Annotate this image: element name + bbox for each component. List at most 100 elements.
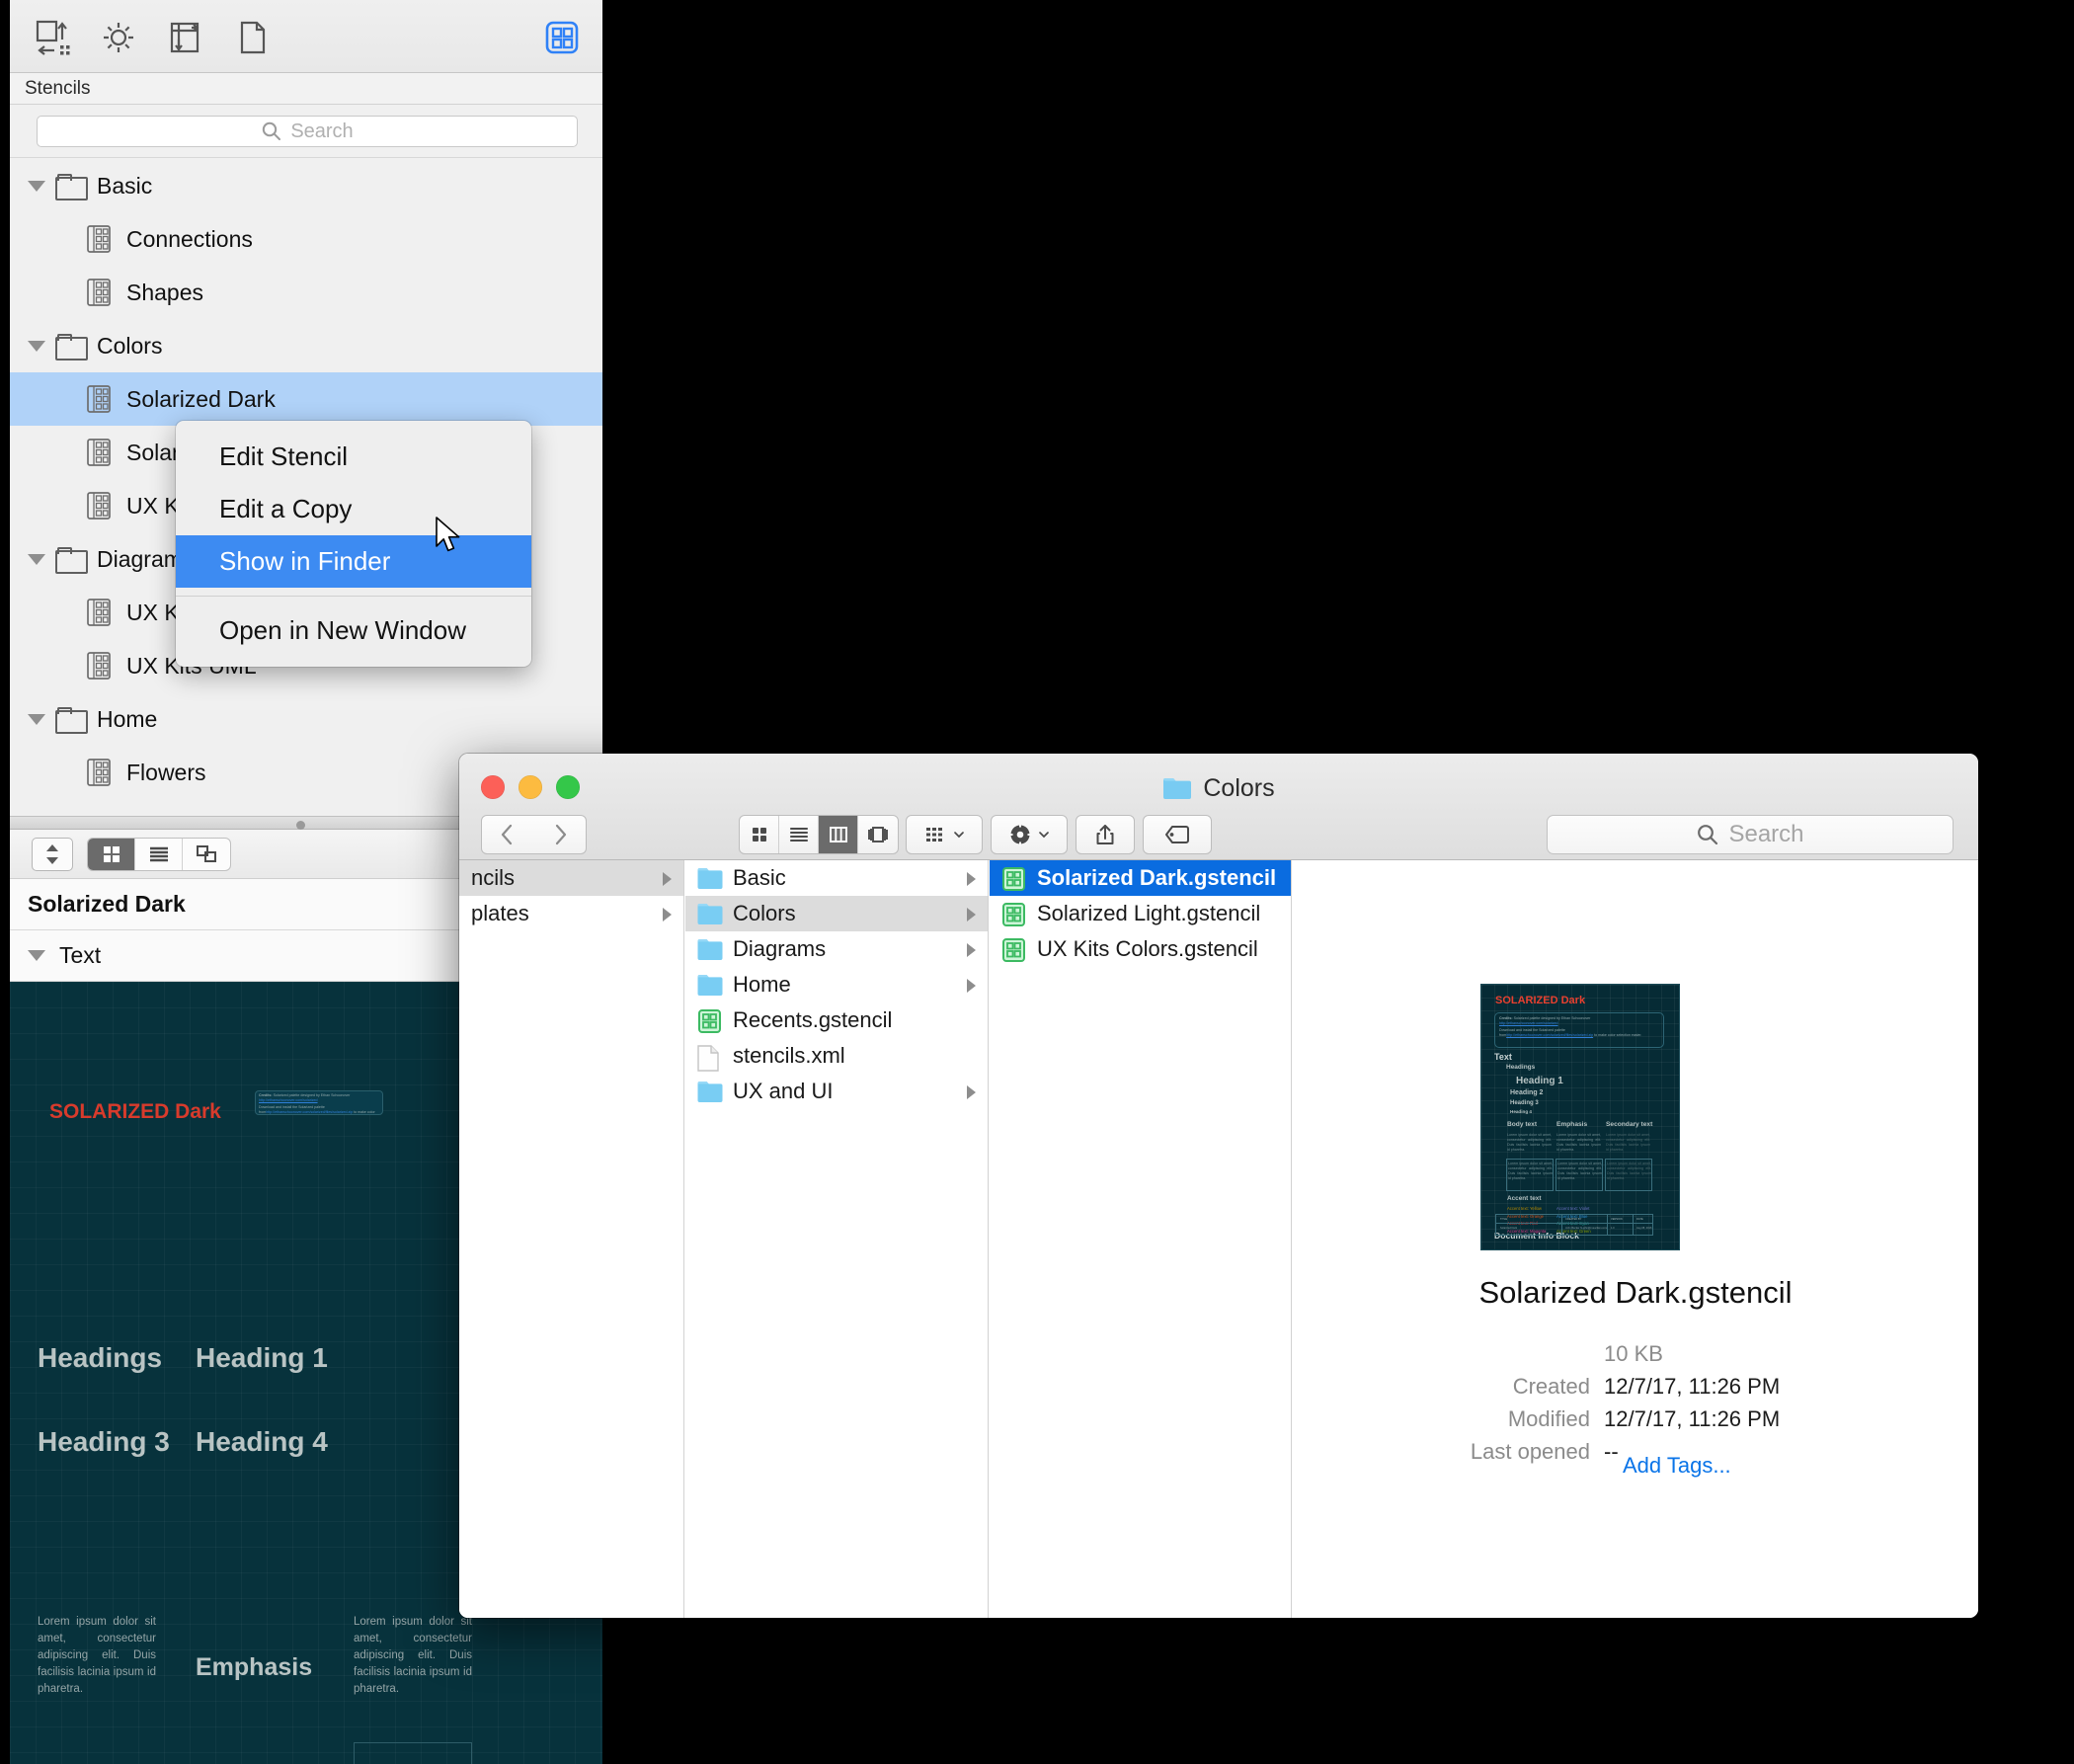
finder-row[interactable]: ncils	[459, 860, 683, 896]
stencil-grid-icon	[87, 439, 111, 466]
tree-stencil-solarized-dark[interactable]: Solarized Dark	[10, 372, 602, 426]
thumb-accent-item: Accent text: Yellow	[1507, 1206, 1542, 1211]
list-view-icon[interactable]	[135, 839, 183, 870]
finder-column-1: Basic Colors Diagrams Home Recents.gstencil s…	[685, 860, 989, 1618]
gstencil-icon	[1001, 867, 1027, 891]
thumb-accent-item: Accent text: Violet	[1556, 1206, 1590, 1211]
finder-window: Colors Search ncils plates Basic Colors …	[459, 754, 1978, 1618]
guides-icon[interactable]	[163, 16, 206, 59]
thumb-lorem-3: Lorem ipsum dolor sit amet, consectetur …	[1606, 1133, 1650, 1152]
arrange-icon[interactable]	[906, 815, 983, 854]
canvas-heading-4: Heading 4	[196, 1426, 328, 1457]
chevron-right-icon	[663, 872, 672, 886]
finder-search-input[interactable]: Search	[1547, 815, 1954, 854]
action-gear-icon[interactable]	[991, 815, 1068, 854]
stencils-header-label: Stencils	[10, 73, 602, 105]
finder-row[interactable]: Solarized Dark.gstencil	[990, 860, 1291, 896]
finder-row-label: Basic	[733, 865, 786, 890]
preview-size-row: 10 KB	[1293, 1341, 1978, 1367]
tree-stencil-connections[interactable]: Connections	[10, 212, 602, 266]
tree-group-colors[interactable]: Colors	[10, 319, 602, 372]
canvas-credits-line2: Download and install the Solarized palet…	[259, 1105, 375, 1114]
gear-icon[interactable]	[97, 16, 140, 59]
disclosure-triangle-icon[interactable]	[28, 553, 45, 565]
grid-view-icon[interactable]	[88, 839, 135, 870]
finder-row[interactable]: UX Kits Colors.gstencil	[990, 931, 1291, 967]
stencils-grid-icon[interactable]	[540, 16, 584, 59]
stencil-view-mode-group[interactable]	[87, 838, 231, 871]
finder-row[interactable]: Colors	[685, 896, 988, 931]
forward-chevron-icon[interactable]	[533, 815, 587, 854]
finder-row[interactable]: Diagrams	[685, 931, 988, 967]
finder-row[interactable]: Home	[685, 967, 988, 1002]
preview-size-label	[1293, 1341, 1604, 1367]
canvas-heading-3: Heading 3	[38, 1426, 170, 1457]
share-icon[interactable]	[1076, 815, 1135, 854]
folder-icon	[697, 938, 723, 960]
thumb-accent-section: Accent text	[1507, 1195, 1542, 1202]
back-chevron-icon[interactable]	[481, 815, 534, 854]
column-view-icon[interactable]	[819, 816, 858, 853]
finder-row[interactable]: UX and UI	[685, 1074, 988, 1109]
tree-group-home[interactable]: Home	[10, 692, 602, 746]
finder-column-0: ncils plates	[459, 860, 684, 1618]
disclosure-triangle-icon[interactable]	[28, 713, 45, 725]
finder-row[interactable]: plates	[459, 896, 683, 931]
folder-icon	[697, 867, 723, 889]
disclosure-triangle-icon[interactable]	[28, 340, 45, 352]
canvas-credits-box: Credits: Solarized palette designed by E…	[255, 1090, 383, 1115]
context-menu-item-edit-a-copy[interactable]: Edit a Copy	[176, 483, 531, 535]
finder-row-label: UX and UI	[733, 1079, 834, 1103]
gstencil-icon	[1001, 938, 1027, 962]
finder-title: Colors	[459, 771, 1978, 805]
icon-view-icon[interactable]	[740, 816, 779, 853]
splitter-grip[interactable]	[296, 821, 305, 830]
list-view-icon[interactable]	[779, 816, 819, 853]
tree-stencil-shapes[interactable]: Shapes	[10, 266, 602, 319]
finder-row-label: plates	[471, 901, 529, 925]
preview-lastopened-value: --	[1604, 1439, 1619, 1464]
compact-view-icon[interactable]	[183, 839, 230, 870]
gallery-view-icon[interactable]	[858, 816, 898, 853]
tree-item-label: Flowers	[126, 759, 206, 785]
search-icon	[1696, 823, 1719, 846]
preview-created-value: 12/7/17, 11:26 PM	[1604, 1374, 1781, 1399]
add-tags-link[interactable]: Add Tags...	[1623, 1453, 1731, 1479]
menu-separator	[176, 596, 531, 597]
chevron-right-icon	[967, 979, 976, 993]
canvas-credits-link[interactable]: http://ethanschoonover.com/solarized	[259, 1098, 318, 1102]
preview-modified-row: Modified 12/7/17, 11:26 PM	[1293, 1406, 1978, 1432]
context-menu-item-show-in-finder[interactable]: Show in Finder	[176, 535, 531, 588]
selected-stencil-title: Solarized Dark	[28, 891, 186, 917]
thumb-lorem-2: Lorem ipsum dolor sit amet, consectetur …	[1556, 1133, 1601, 1152]
context-menu-item-edit-stencil[interactable]: Edit Stencil	[176, 431, 531, 483]
tree-item-label: Connections	[126, 225, 253, 252]
chevron-down-icon[interactable]	[28, 950, 45, 961]
resize-canvas-icon[interactable]	[32, 16, 75, 59]
finder-row-label: Colors	[733, 901, 796, 925]
stencil-grid-icon	[87, 225, 111, 253]
thumb-lorem-6: Lorem ipsum dolor sit amet, consectetur …	[1607, 1162, 1651, 1180]
finder-row[interactable]: Solarized Light.gstencil	[990, 896, 1291, 931]
finder-view-mode-group[interactable]	[739, 815, 899, 854]
finder-row[interactable]: Recents.gstencil	[685, 1002, 988, 1038]
finder-row[interactable]: stencils.xml	[685, 1038, 988, 1074]
finder-row[interactable]: Basic	[685, 860, 988, 896]
document-icon[interactable]	[229, 16, 273, 59]
sort-stepper-icon[interactable]	[32, 838, 73, 871]
gstencil-icon	[1001, 903, 1027, 926]
stencils-search-input[interactable]: Search	[37, 116, 578, 147]
tree-group-basic[interactable]: Basic	[10, 159, 602, 212]
disclosure-triangle-icon[interactable]	[28, 180, 45, 192]
folder-icon	[697, 1081, 723, 1102]
chevron-right-icon	[967, 1085, 976, 1099]
context-menu-item-open-in-new-window[interactable]: Open in New Window	[176, 604, 531, 657]
preview-created-row: Created 12/7/17, 11:26 PM	[1293, 1374, 1978, 1400]
tags-icon[interactable]	[1143, 815, 1212, 854]
canvas-lorem-2: Lorem ipsum dolor sit amet, consectetur …	[354, 1616, 472, 1695]
finder-row-label: ncils	[471, 865, 516, 890]
thumb-heading-4: Heading 4	[1510, 1109, 1532, 1114]
thumb-table-cell: Solarized Dark	[1500, 1227, 1518, 1230]
thumb-secondary-label: Secondary text	[1606, 1121, 1653, 1128]
stencil-grid-icon	[87, 599, 111, 626]
